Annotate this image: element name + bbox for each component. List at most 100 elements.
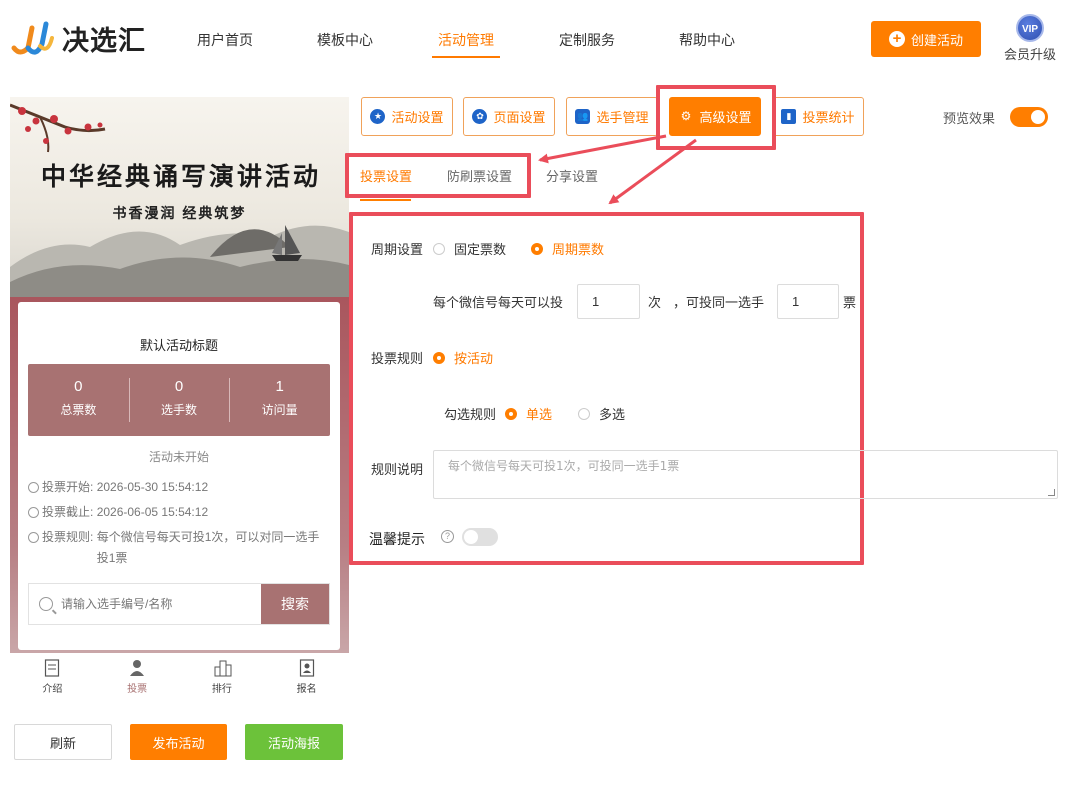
preview-effect-toggle[interactable] — [1010, 107, 1048, 127]
vote-end-value: 2026-06-05 15:54:12 — [96, 505, 209, 519]
tab-vote-statistics[interactable]: ▮ 投票统计 — [772, 97, 864, 136]
phone-preview: 中华经典诵写演讲活动 书香漫润 经典筑梦 默认活动标题 0 总票数 0 选手数 … — [10, 97, 349, 653]
nav-home[interactable]: 用户首页 — [197, 30, 253, 58]
tab-label: 页面设置 — [493, 110, 546, 125]
tab-page-settings[interactable]: ✿ 页面设置 — [463, 97, 555, 136]
nav-help-center[interactable]: 帮助中心 — [679, 30, 735, 58]
vote-rule-label: 投票规则 — [371, 351, 424, 366]
vip-upgrade[interactable]: VIP 会员升级 — [1000, 14, 1060, 63]
stat-value: 1 — [275, 378, 284, 395]
tips-label: 温馨提示 — [369, 531, 425, 547]
radio-label: 固定票数 — [454, 242, 507, 257]
vip-label: 会员升级 — [1003, 47, 1056, 62]
vote-rule-row: 投票规则: 每个微信号每天可投1次，可以对同一选手投1票 — [28, 527, 328, 569]
star-icon: ★ — [370, 109, 386, 124]
document-icon — [44, 659, 60, 677]
create-activity-label: 创建活动 — [910, 32, 963, 48]
rule-description-label: 规则说明 — [371, 462, 424, 477]
stat-value: 0 — [174, 378, 184, 395]
player-search-input[interactable] — [61, 584, 261, 624]
radio-by-activity[interactable]: 按活动 — [433, 348, 493, 367]
radio-circle — [433, 242, 445, 255]
publish-activity-button[interactable]: 发布活动 — [130, 724, 227, 760]
radio-multi-select[interactable]: 多选 — [578, 404, 625, 423]
same-player-label: ，可投同一选手 — [673, 295, 765, 310]
nav-activity-management[interactable]: 活动管理 — [432, 30, 500, 58]
vote-rule-value: 每个微信号每天可投1次，可以对同一选手投1票 — [96, 530, 320, 565]
info-icon — [28, 532, 39, 543]
stat-value: 0 — [74, 378, 83, 395]
tab-label: 排行 — [211, 684, 232, 695]
create-activity-button[interactable]: + 创建活动 — [871, 21, 981, 57]
stat-players: 0 选手数 — [128, 364, 230, 436]
tab-vote[interactable]: 投票 — [95, 653, 180, 699]
phone-tabbar: 介绍 投票 排行 报名 — [10, 653, 349, 699]
ranking-icon — [214, 659, 232, 677]
radio-circle — [531, 242, 543, 255]
nav-custom-service[interactable]: 定制服务 — [559, 30, 615, 58]
tab-rank[interactable]: 排行 — [180, 653, 265, 699]
radio-label: 单选 — [526, 407, 553, 422]
tab-label: 选手管理 — [596, 110, 649, 125]
player-search: 搜索 — [28, 583, 330, 625]
activity-poster-button[interactable]: 活动海报 — [245, 724, 343, 760]
stat-visits: 1 访问量 — [229, 364, 330, 436]
per-day-unit: 次 — [648, 295, 662, 310]
logo-text: 决选汇 — [62, 25, 146, 57]
user-icon — [129, 659, 145, 677]
tab-signup[interactable]: 报名 — [264, 653, 349, 699]
bar-chart-icon: ▮ — [781, 109, 797, 124]
highlight-form — [349, 212, 864, 565]
question-icon[interactable]: ? — [441, 530, 454, 543]
same-player-unit: 票 — [843, 295, 857, 310]
refresh-button[interactable]: 刷新 — [14, 724, 112, 760]
clock-icon — [28, 507, 39, 518]
users-icon: 👥 — [575, 109, 591, 124]
radio-cycle-votes[interactable]: 周期票数 — [531, 239, 604, 258]
highlight-subtabs — [345, 153, 531, 198]
check-rule-label: 勾选规则 — [444, 407, 497, 422]
stat-label: 选手数 — [161, 403, 198, 417]
tips-toggle[interactable] — [462, 528, 498, 546]
tab-intro[interactable]: 介绍 — [10, 653, 95, 699]
banner-artwork — [10, 103, 349, 297]
search-icon — [39, 597, 53, 611]
activity-banner: 中华经典诵写演讲活动 书香漫润 经典筑梦 — [10, 97, 349, 297]
radio-single-select[interactable]: 单选 — [505, 404, 552, 423]
activity-card: 默认活动标题 0 总票数 0 选手数 1 访问量 活动未开始 投票开始: 202… — [18, 302, 340, 650]
banner-subtitle: 书香漫润 经典筑梦 — [112, 205, 247, 221]
highlight-advanced-tab — [656, 85, 776, 150]
cycle-settings-label: 周期设置 — [371, 242, 424, 257]
rule-description-textarea[interactable]: 每个微信号每天可投1次，可投同一选手1票 — [433, 450, 1058, 499]
subtab-share-settings[interactable]: 分享设置 — [546, 166, 598, 185]
radio-circle — [505, 407, 517, 420]
logo-mark-icon — [10, 18, 56, 58]
same-player-input[interactable]: 1 — [777, 284, 839, 319]
vote-rule-label: 投票规则: — [42, 530, 94, 544]
tab-label: 报名 — [296, 684, 317, 695]
logo[interactable]: 决选汇 — [10, 18, 146, 58]
vote-start-label: 投票开始: — [42, 480, 94, 494]
tab-label: 介绍 — [42, 684, 63, 695]
radio-label: 多选 — [599, 407, 626, 422]
plus-icon: + — [888, 31, 905, 47]
stats-panel: 0 总票数 0 选手数 1 访问量 — [28, 364, 330, 436]
preview-effect-label: 预览效果 — [943, 111, 996, 126]
subtab-underline — [360, 199, 411, 201]
banner-title: 中华经典诵写演讲活动 — [40, 162, 321, 191]
tab-label: 投票统计 — [802, 110, 855, 125]
gear-icon: ✿ — [472, 109, 488, 124]
per-day-input[interactable]: 1 — [577, 284, 640, 319]
search-button[interactable]: 搜索 — [261, 584, 329, 624]
vote-end-row: 投票截止: 2026-06-05 15:54:12 — [28, 502, 208, 523]
radio-fixed-votes[interactable]: 固定票数 — [433, 239, 506, 258]
tab-label: 投票 — [127, 684, 148, 695]
signup-icon — [299, 659, 315, 677]
nav-templates[interactable]: 模板中心 — [317, 30, 373, 58]
activity-title: 默认活动标题 — [139, 338, 218, 353]
tab-activity-settings[interactable]: ★ 活动设置 — [361, 97, 453, 136]
vote-start-row: 投票开始: 2026-05-30 15:54:12 — [28, 477, 208, 498]
tab-player-management[interactable]: 👥 选手管理 — [566, 97, 658, 136]
vote-start-value: 2026-05-30 15:54:12 — [96, 480, 209, 494]
tab-label: 活动设置 — [391, 110, 444, 125]
